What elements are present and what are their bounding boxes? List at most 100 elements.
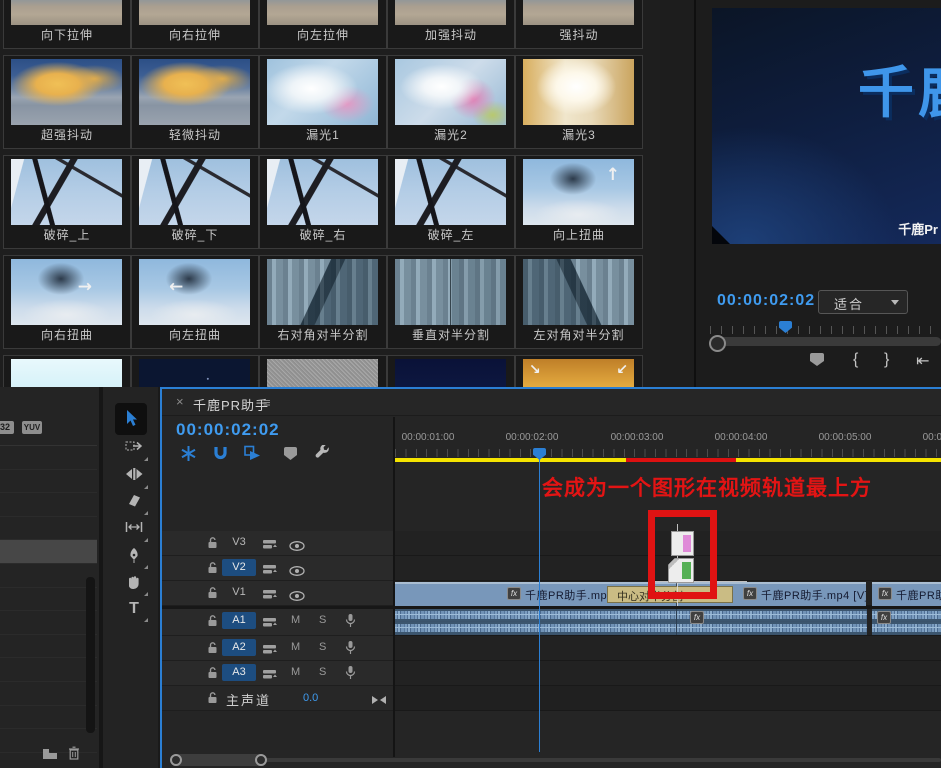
effect-preset-cell[interactable] [131, 355, 259, 387]
fx-badge[interactable]: fx [878, 587, 892, 600]
add-marker-icon[interactable] [284, 447, 302, 465]
track-target-toggle-a1[interactable]: A1 [222, 612, 256, 629]
panel-menu-icon[interactable]: ≡ [263, 395, 271, 410]
effects-list-item[interactable] [0, 517, 97, 541]
lock-icon[interactable] [207, 614, 218, 632]
linked-selection-icon[interactable] [244, 445, 262, 463]
master-level-value[interactable]: 0.0 [303, 692, 318, 704]
pen-tool[interactable] [122, 547, 146, 569]
sync-lock-icon[interactable] [262, 562, 277, 580]
program-scrollbar[interactable] [710, 337, 941, 346]
effect-preset-cell[interactable]: 破碎_下 [131, 155, 259, 249]
fit-track-icon[interactable] [371, 692, 387, 710]
effect-preset-cell[interactable]: 向右拉伸 [131, 0, 259, 49]
effect-preset-cell[interactable]: 垂直对半分割 [387, 255, 515, 349]
lock-icon[interactable] [207, 666, 218, 684]
effect-preset-cell[interactable] [515, 355, 643, 387]
effect-preset-cell[interactable]: 破碎_右 [259, 155, 387, 249]
solo-button[interactable]: S [319, 666, 326, 678]
track-target-toggle-v3[interactable]: V3 [222, 534, 256, 551]
effect-preset-cell[interactable]: 漏光1 [259, 55, 387, 149]
mark-out-button[interactable]: } [884, 351, 889, 369]
effect-preset-cell[interactable] [387, 355, 515, 387]
effect-preset-cell[interactable]: 向左扭曲 [131, 255, 259, 349]
effect-preset-cell[interactable]: 加强抖动 [387, 0, 515, 49]
effect-preset-cell[interactable]: 向右扭曲 [3, 255, 131, 349]
program-mini-timeline[interactable] [710, 322, 941, 334]
sync-lock-icon[interactable] [262, 537, 277, 555]
effects-list-item[interactable] [0, 446, 97, 470]
effects-list-item[interactable] [0, 682, 97, 706]
lock-icon[interactable] [207, 586, 218, 604]
fx-badge[interactable]: fx [507, 587, 521, 600]
lock-icon[interactable] [207, 691, 218, 709]
effects-list-scrollbar[interactable] [86, 577, 95, 733]
solo-button[interactable]: S [319, 614, 326, 626]
track-a2-content[interactable] [395, 636, 941, 661]
track-target-toggle-a2[interactable]: A2 [222, 639, 256, 656]
close-icon[interactable]: × [176, 394, 184, 409]
timeline-settings-wrench-icon[interactable] [314, 445, 332, 463]
go-to-in-button[interactable]: ⇤ [916, 351, 929, 370]
timeline-horizontal-scrollbar[interactable] [265, 758, 941, 762]
timeline-timecode[interactable]: 00:00:02:02 [176, 420, 280, 440]
effect-preset-cell[interactable]: 右对角对半分割 [259, 255, 387, 349]
timeline-tab-title[interactable]: 千鹿PR助手 [193, 395, 269, 414]
track-target-toggle-a3[interactable]: A3 [222, 664, 256, 681]
effects-list-item[interactable] [0, 611, 97, 635]
mute-button[interactable]: M [291, 666, 300, 678]
zoom-handle-left[interactable] [170, 754, 182, 766]
track-a3-content[interactable] [395, 661, 941, 686]
effect-preset-cell[interactable]: 向下拉伸 [3, 0, 131, 49]
fx-badge[interactable]: fx [743, 587, 757, 600]
effect-preset-cell[interactable]: 破碎_上 [3, 155, 131, 249]
solo-button[interactable]: S [319, 641, 326, 653]
audio-clip[interactable] [395, 609, 676, 635]
timeline-clip[interactable]: fx 千鹿PR助手.mp4 [V] [872, 582, 941, 606]
eye-icon[interactable] [289, 588, 305, 606]
track-target-toggle-v1[interactable]: V1 [222, 584, 256, 601]
effect-preset-cell[interactable]: 向上扭曲 [515, 155, 643, 249]
mic-icon[interactable] [344, 665, 356, 685]
lock-icon[interactable] [207, 561, 218, 579]
effects-list-item[interactable] [0, 588, 97, 612]
ripple-edit-tool[interactable] [122, 467, 146, 489]
effect-preset-cell[interactable] [259, 355, 387, 387]
eye-icon[interactable] [289, 563, 305, 581]
razor-tool[interactable] [122, 493, 146, 515]
effect-preset-cell[interactable]: 漏光2 [387, 55, 515, 149]
slip-tool[interactable] [122, 520, 146, 542]
lock-icon[interactable] [207, 641, 218, 659]
eye-icon[interactable] [289, 538, 305, 556]
effects-list-item[interactable] [0, 493, 97, 517]
mic-icon[interactable] [344, 613, 356, 633]
fx-badge[interactable]: fx [877, 611, 891, 624]
new-bin-icon[interactable] [42, 747, 58, 765]
lock-icon[interactable] [207, 536, 218, 554]
effect-preset-cell[interactable]: 漏光3 [515, 55, 643, 149]
audio-clip[interactable]: fx [676, 609, 867, 635]
program-scrollbar-handle[interactable] [709, 335, 726, 352]
effect-preset-cell[interactable]: 左对角对半分割 [515, 255, 643, 349]
track-select-forward-tool[interactable] [122, 439, 146, 461]
track-target-toggle-v2[interactable]: V2 [222, 559, 256, 576]
effects-list-item[interactable] [0, 564, 97, 588]
selection-tool[interactable] [115, 403, 147, 435]
mark-in-button[interactable]: { [853, 351, 858, 369]
effects-list-item[interactable] [0, 470, 97, 494]
snap-magnet-icon[interactable] [212, 445, 230, 463]
trash-icon[interactable] [68, 746, 80, 765]
effect-preset-cell[interactable]: 向左拉伸 [259, 0, 387, 49]
work-area-bar[interactable] [395, 458, 941, 462]
effect-preset-cell[interactable]: 强抖动 [515, 0, 643, 49]
mic-icon[interactable] [344, 640, 356, 660]
effect-preset-cell[interactable] [3, 355, 131, 387]
mute-button[interactable]: M [291, 614, 300, 626]
hand-tool[interactable] [122, 574, 146, 596]
zoom-handle-right[interactable] [255, 754, 267, 766]
fx-badge[interactable]: fx [690, 611, 704, 624]
sync-lock-icon[interactable] [262, 642, 277, 660]
nest-sequence-icon[interactable] [180, 445, 198, 463]
zoom-level-dropdown[interactable]: 适合 [818, 290, 908, 314]
program-timecode[interactable]: 00:00:02:02 [717, 292, 815, 310]
